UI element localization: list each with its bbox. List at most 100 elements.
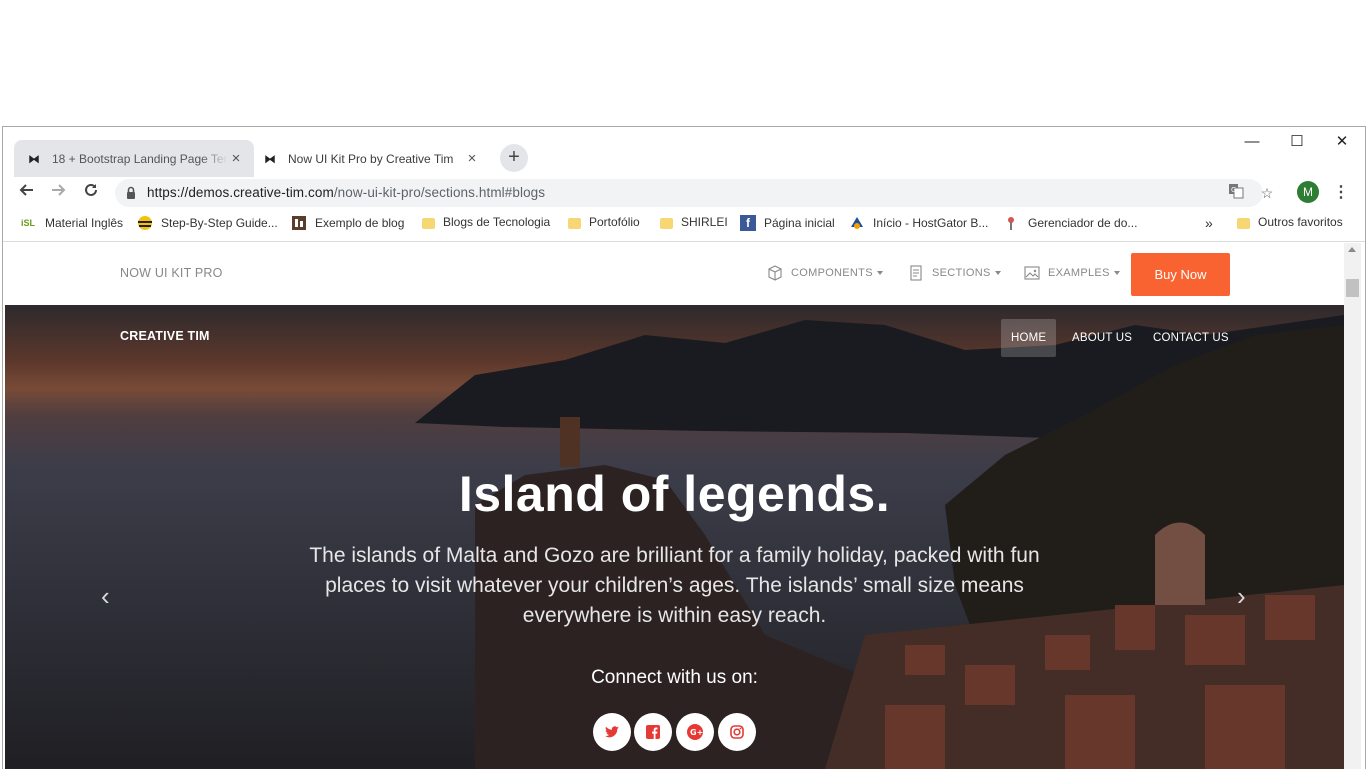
- bookmark-pagina-inicial[interactable]: f Página inicial: [740, 215, 835, 231]
- bookmark-label: Início - HostGator B...: [873, 216, 989, 230]
- back-button[interactable]: [14, 181, 38, 205]
- maximize-button[interactable]: ☐: [1274, 129, 1320, 157]
- address-bar[interactable]: https://demos.creative-tim.com/now-ui-ki…: [115, 179, 1273, 207]
- document-icon: [910, 265, 922, 281]
- hero-brand[interactable]: CREATIVE TIM: [120, 329, 210, 343]
- page-viewport: NOW UI KIT PRO COMPONENTS SECTIONS EXAMP…: [5, 243, 1344, 769]
- site-navbar: NOW UI KIT PRO COMPONENTS SECTIONS EXAMP…: [5, 243, 1344, 305]
- bookmark-label: Gerenciador de do...: [1028, 216, 1138, 230]
- bookmarks-bar: iSL Material Inglês Step-By-Step Guide..…: [3, 209, 1365, 242]
- nav-components[interactable]: COMPONENTS: [767, 265, 883, 281]
- carousel-next-button[interactable]: ›: [1237, 583, 1246, 609]
- folder-icon: [1237, 217, 1250, 229]
- tab-title: 18 + Bootstrap Landing Page Templates: [52, 151, 228, 166]
- url-text[interactable]: https://demos.creative-tim.com/now-ui-ki…: [147, 185, 545, 200]
- hero-link-home[interactable]: HOME: [1001, 319, 1057, 357]
- buy-now-button[interactable]: Buy Now: [1131, 253, 1230, 296]
- hero-link-about-us[interactable]: ABOUT US: [1062, 319, 1142, 357]
- bookmark-label: SHIRLEI: [681, 215, 728, 229]
- hostgator-icon: [849, 215, 865, 231]
- bookmark-label: Step-By-Step Guide...: [161, 216, 278, 230]
- site-brand[interactable]: NOW UI KIT PRO: [120, 266, 223, 280]
- bookmark-star-icon[interactable]: ☆: [1257, 183, 1277, 203]
- folder-icon: [422, 217, 435, 229]
- close-tab-icon[interactable]: ×: [464, 150, 480, 167]
- bookmark-shirlei[interactable]: SHIRLEI: [660, 215, 728, 229]
- caret-down-icon: [1113, 271, 1120, 275]
- google-plus-icon: G+: [687, 724, 703, 740]
- carousel-prev-button[interactable]: ‹: [101, 583, 110, 609]
- twitter-icon: [605, 726, 619, 738]
- nav-label: COMPONENTS: [791, 267, 873, 279]
- bee-icon: [137, 215, 153, 231]
- bookmark-label: Página inicial: [764, 216, 835, 230]
- url-host: https://demos.creative-tim.com: [147, 185, 334, 200]
- instagram-icon: [730, 725, 744, 739]
- bookmark-label: Material Inglês: [45, 216, 124, 230]
- tab-strip: ⧓ 18 + Bootstrap Landing Page Templates …: [3, 127, 1365, 177]
- facebook-icon: f: [740, 215, 756, 231]
- url-path: /now-ui-kit-pro/sections.html#blogs: [333, 185, 546, 200]
- hero-title: Island of legends.: [458, 466, 891, 522]
- bookmark-step-by-step[interactable]: Step-By-Step Guide...: [137, 215, 278, 231]
- scroll-thumb[interactable]: [1346, 279, 1359, 297]
- svg-text:G+: G+: [690, 728, 703, 737]
- scroll-up-arrow-icon[interactable]: [1348, 247, 1356, 252]
- tab-landing-templates[interactable]: ⧓ 18 + Bootstrap Landing Page Templates …: [14, 140, 254, 177]
- lock-icon: [127, 186, 135, 199]
- hero-description: The islands of Malta and Gozo are brilli…: [309, 544, 1040, 627]
- nav-sections[interactable]: SECTIONS: [908, 265, 1001, 281]
- creative-tim-favicon-icon: ⧓: [264, 151, 276, 166]
- minimize-button[interactable]: —: [1229, 129, 1275, 157]
- cube-icon: [768, 265, 782, 281]
- nav-label: EXAMPLES: [1048, 267, 1110, 279]
- bookmark-blogs-de-tecnologia[interactable]: Blogs de Tecnologia: [422, 215, 550, 229]
- nav-examples[interactable]: EXAMPLES: [1024, 265, 1120, 281]
- tab-now-ui-kit-pro[interactable]: ⧓ Now UI Kit Pro by Creative Tim ×: [254, 140, 490, 177]
- close-tab-icon[interactable]: ×: [228, 150, 244, 167]
- bookmark-material-ingles[interactable]: iSL Material Inglês: [19, 215, 123, 231]
- folder-icon: [660, 217, 673, 229]
- bookmark-exemplo-de-blog[interactable]: Exemplo de blog: [291, 215, 404, 231]
- google-plus-button[interactable]: G+: [676, 713, 714, 751]
- translate-icon[interactable]: G: [1226, 183, 1246, 203]
- caret-down-icon: [876, 271, 883, 275]
- profile-avatar[interactable]: M: [1297, 181, 1319, 203]
- arrow-left-icon: [19, 184, 33, 196]
- close-window-button[interactable]: ✕: [1319, 129, 1365, 157]
- hero-overlay: [5, 305, 1344, 769]
- bookmark-label: Portofólio: [589, 215, 640, 229]
- twitter-button[interactable]: [593, 713, 631, 751]
- bookmark-label: Blogs de Tecnologia: [443, 215, 551, 229]
- browser-toolbar: https://demos.creative-tim.com/now-ui-ki…: [3, 177, 1365, 209]
- facebook-icon: [646, 725, 660, 739]
- tab-title: Now UI Kit Pro by Creative Tim: [288, 151, 454, 166]
- forward-button[interactable]: [47, 181, 71, 205]
- tool-icon: [1004, 215, 1020, 231]
- bookmark-label: Outros favoritos: [1258, 215, 1343, 229]
- hero-carousel: CREATIVE TIM HOME ABOUT US CONTACT US Is…: [5, 305, 1344, 769]
- reload-button[interactable]: [79, 181, 103, 205]
- instagram-button[interactable]: [718, 713, 756, 751]
- blog-icon: [291, 215, 307, 231]
- bookmark-label: Exemplo de blog: [315, 216, 405, 230]
- browser-menu-icon[interactable]: ⋮: [1333, 181, 1349, 205]
- creative-tim-favicon-icon: ⧓: [28, 151, 40, 166]
- isl-icon: iSL: [20, 218, 35, 228]
- image-icon: [1024, 266, 1040, 280]
- bookmark-portofolio[interactable]: Portofólio: [568, 215, 640, 229]
- bookmark-outros-favoritos[interactable]: Outros favoritos: [1237, 215, 1343, 229]
- browser-window: ⧓ 18 + Bootstrap Landing Page Templates …: [2, 126, 1366, 769]
- more-bookmarks-button[interactable]: »: [1205, 215, 1213, 231]
- caret-down-icon: [994, 271, 1001, 275]
- hero-link-contact-us[interactable]: CONTACT US: [1143, 319, 1239, 357]
- facebook-button[interactable]: [634, 713, 672, 751]
- folder-icon: [568, 217, 581, 229]
- nav-label: SECTIONS: [932, 267, 991, 279]
- svg-text:G: G: [1231, 186, 1236, 194]
- new-tab-button[interactable]: +: [500, 144, 528, 172]
- connect-label: Connect with us on:: [591, 667, 758, 688]
- bookmark-gerenciador[interactable]: Gerenciador de do...: [1004, 215, 1137, 231]
- bookmark-hostgator[interactable]: Início - HostGator B...: [849, 215, 988, 231]
- page-scrollbar[interactable]: [1344, 243, 1361, 769]
